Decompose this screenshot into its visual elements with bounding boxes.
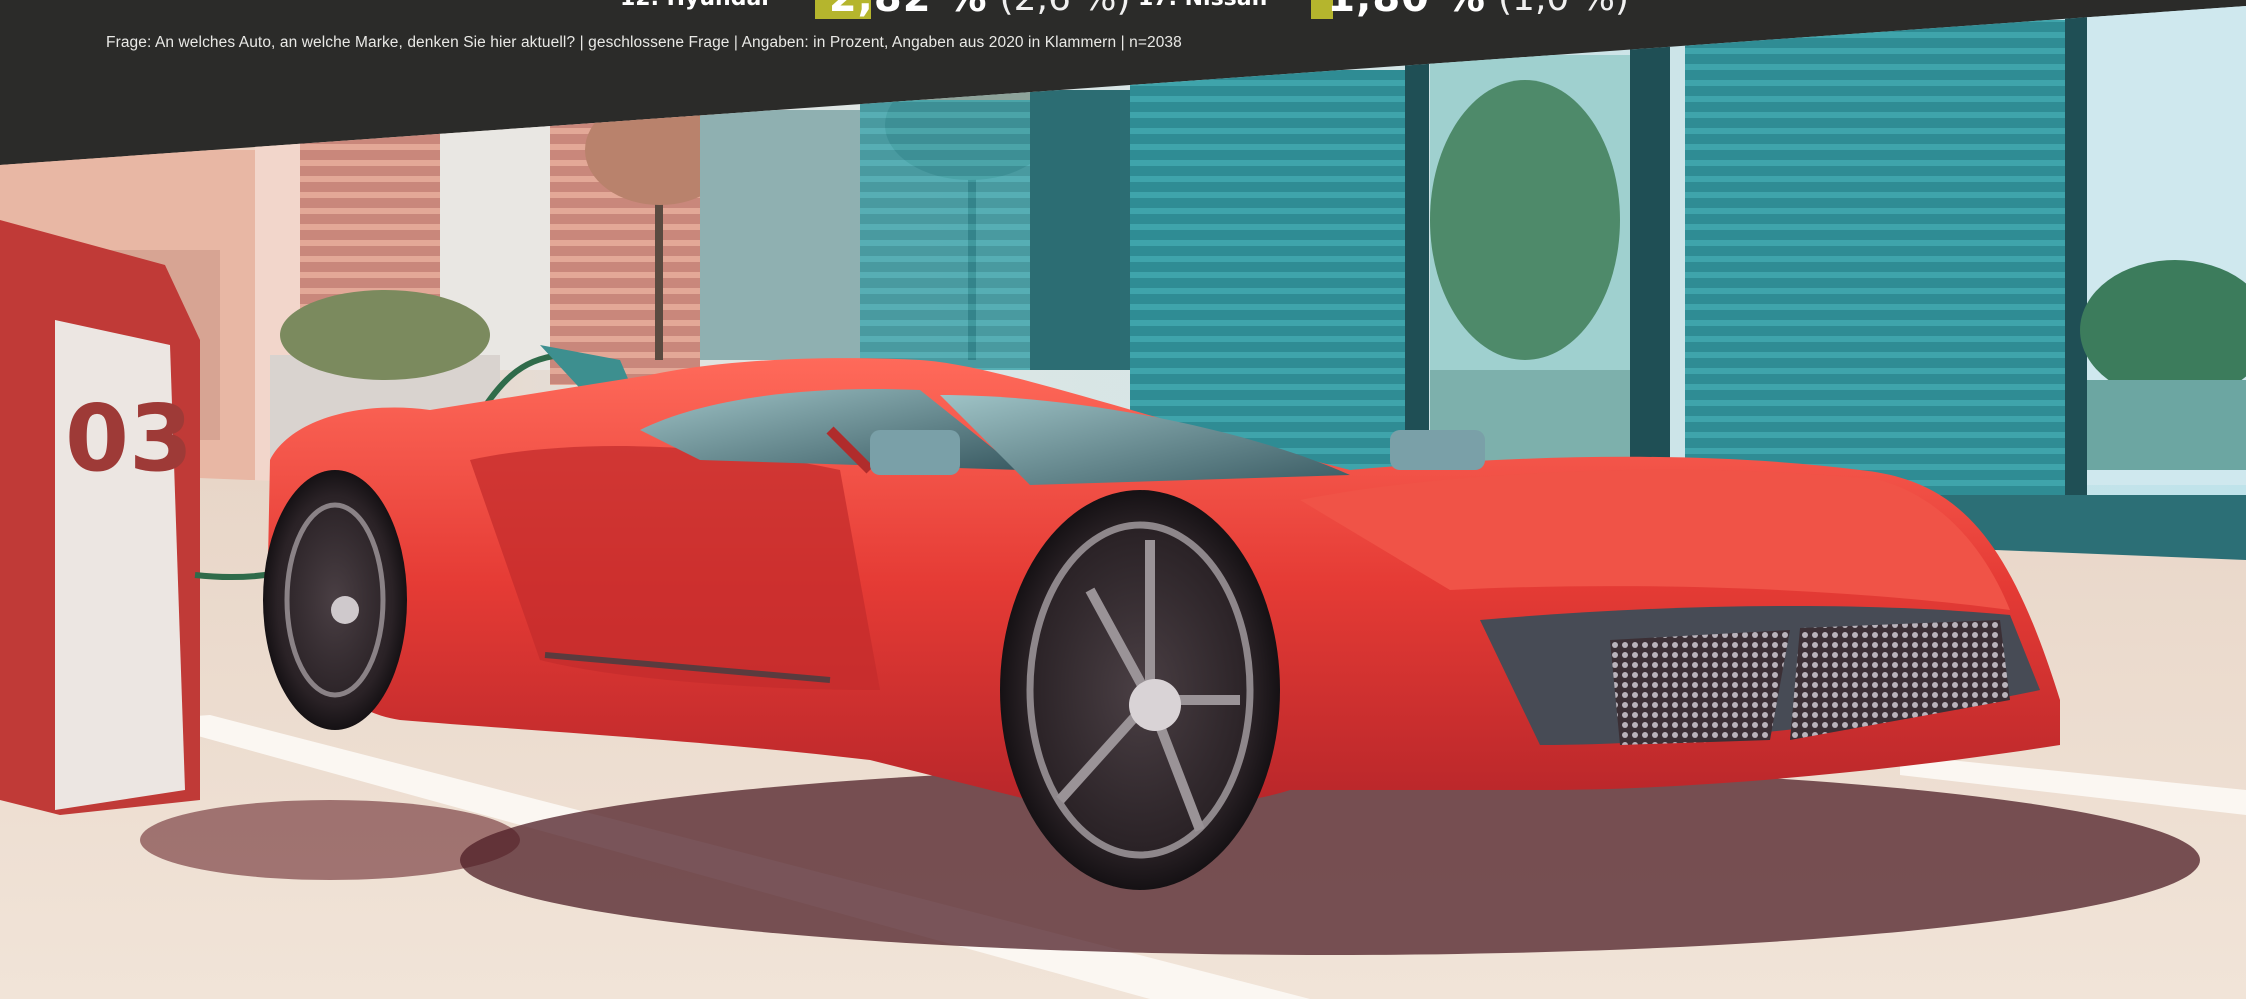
- ranking-value: 1,80 %: [1327, 0, 1486, 21]
- ranking-label: 17. Nissan: [1138, 0, 1267, 11]
- ranking-item-hyundai: 12. Hyundai 2,82 % (2,6 %): [620, 0, 1131, 21]
- ranking-previous: (1,0 %): [1498, 0, 1629, 19]
- car-photo: 03: [0, 6, 2246, 999]
- ranking-label: 12. Hyundai: [620, 0, 769, 11]
- ev-charging-illustration: 03: [0, 6, 2246, 999]
- ranking-previous: (2,6 %): [1000, 0, 1131, 19]
- survey-question-note: Frage: An welches Auto, an welche Marke,…: [106, 34, 1182, 51]
- ranking-value: 2,82 %: [829, 0, 988, 21]
- ranking-item-nissan: 17. Nissan 1,80 % (1,0 %): [1138, 0, 1629, 21]
- charger-number: 03: [65, 385, 193, 492]
